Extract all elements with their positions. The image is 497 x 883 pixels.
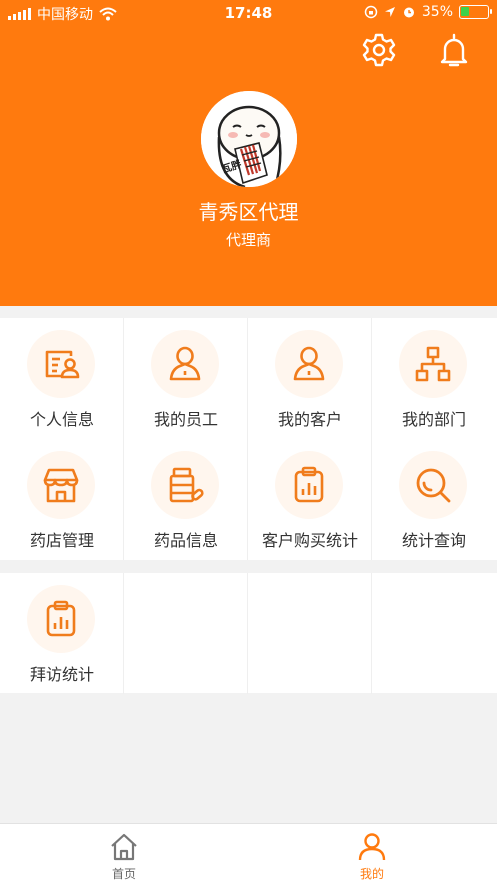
battery-icon xyxy=(459,5,492,19)
menu-empty-cell xyxy=(248,573,372,694)
tab-home[interactable]: 首页 xyxy=(84,832,164,882)
menu-item-my-department[interactable]: 我的部门 xyxy=(372,318,496,439)
menu-item-label: 我的员工 xyxy=(153,410,218,429)
menu-empty-cell xyxy=(124,573,248,694)
menu-item-visit-stats[interactable]: 拜访统计 xyxy=(0,573,124,694)
profile-card-icon xyxy=(45,350,80,379)
bell-icon[interactable] xyxy=(436,32,472,68)
menu-item-label: 统计查询 xyxy=(401,531,466,550)
menu-empty-cell xyxy=(372,573,496,694)
menu-item-label: 我的部门 xyxy=(401,410,466,429)
menu-item-my-customers[interactable]: 我的客户 xyxy=(248,318,372,439)
tab-bar: 首页 我的 xyxy=(0,823,497,883)
alarm-icon xyxy=(403,7,414,18)
menu-item-drug-info[interactable]: 药品信息 xyxy=(124,439,248,560)
status-bar: 中国移动 17:48 35% xyxy=(0,0,497,26)
menu-item-label: 药品信息 xyxy=(153,531,218,550)
person-icon xyxy=(169,346,201,381)
rotation-lock-icon xyxy=(364,5,378,19)
tab-home-label: 首页 xyxy=(111,867,136,881)
avatar-illustration: 瓦胖 xyxy=(201,91,297,187)
menu-item-personal-info[interactable]: 个人信息 xyxy=(0,318,124,439)
person-icon xyxy=(358,833,386,861)
location-icon xyxy=(384,7,395,17)
menu-grid-secondary: 拜访统计 xyxy=(0,573,497,694)
clipboard-chart-icon xyxy=(294,466,324,503)
medicine-bottle-icon xyxy=(169,467,204,503)
menu-item-customer-purchase-stats[interactable]: 客户购买统计 xyxy=(248,439,372,560)
home-icon xyxy=(111,833,137,861)
gear-icon[interactable] xyxy=(361,32,397,68)
menu-item-label: 客户购买统计 xyxy=(261,531,358,550)
profile-header: 中国移动 17:48 35% 瓦胖 青秀区代理 代理商 xyxy=(0,0,497,306)
battery-percent: 35% xyxy=(421,4,453,20)
search-icon xyxy=(416,468,451,503)
menu-item-stats-query[interactable]: 统计查询 xyxy=(372,439,496,560)
store-icon xyxy=(43,468,79,503)
user-role: 代理商 xyxy=(225,231,271,249)
avatar[interactable]: 瓦胖 xyxy=(201,91,297,187)
menu-item-label: 个人信息 xyxy=(29,410,94,429)
menu-item-pharmacy-management[interactable]: 药店管理 xyxy=(0,439,124,560)
clipboard-chart-icon xyxy=(46,600,76,637)
org-chart-icon xyxy=(415,346,451,382)
person-icon xyxy=(293,346,325,381)
menu-item-label: 我的客户 xyxy=(277,410,342,429)
tab-mine[interactable]: 我的 xyxy=(332,832,412,882)
menu-item-label: 拜访统计 xyxy=(29,665,94,684)
menu-item-my-staff[interactable]: 我的员工 xyxy=(124,318,248,439)
user-name: 青秀区代理 xyxy=(198,200,299,224)
menu-grid-main: 个人信息 我的员工 我的客户 我的部门 药店管理 药品信息 客户购买统计 统计查… xyxy=(0,318,497,560)
menu-item-label: 药店管理 xyxy=(29,531,94,550)
tab-mine-label: 我的 xyxy=(359,867,384,881)
